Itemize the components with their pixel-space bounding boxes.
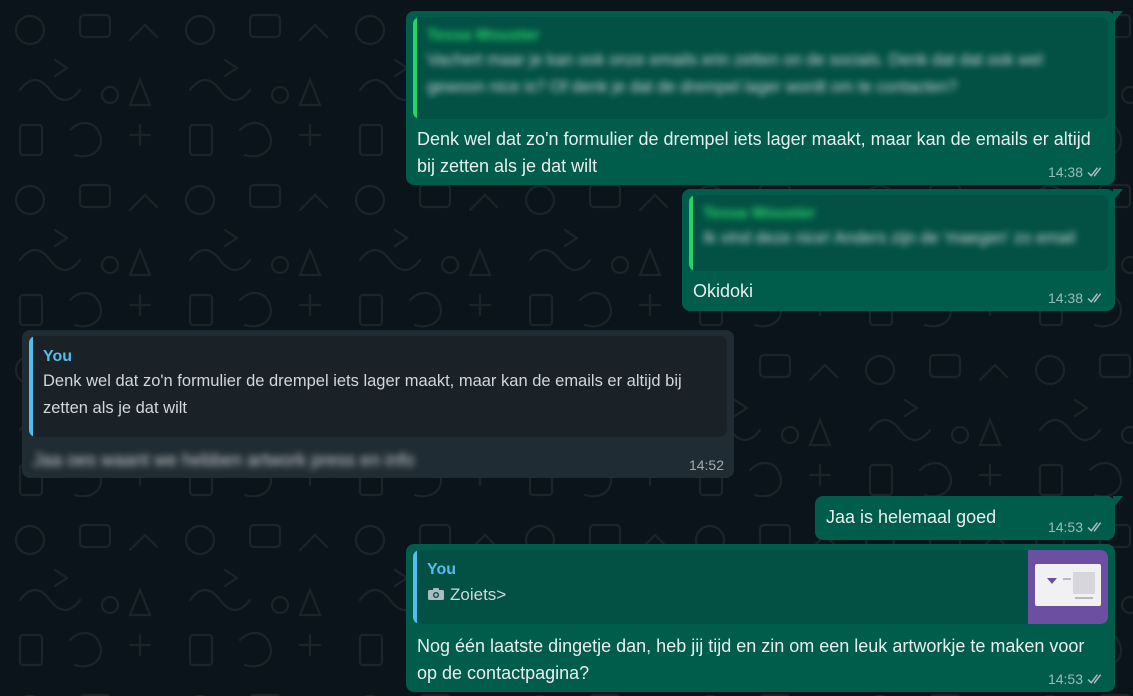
message-time: 14:38	[1047, 290, 1083, 306]
quote-photo-caption: Zoiets>	[427, 581, 1096, 608]
quoted-message[interactable]: Tessa Wouster Ik vind deze nice! Anders …	[689, 195, 1108, 271]
quote-bar	[413, 550, 417, 624]
message-time: 14:38	[1047, 164, 1083, 180]
message-bubble-outgoing[interactable]: You Zoiets> Nog één laatste dingetje dan	[406, 544, 1115, 692]
message-bubble-outgoing[interactable]: Tessa Wouster Vachert maar je kan ook on…	[406, 11, 1123, 185]
thumbnail-line	[1063, 578, 1071, 580]
bubble-tail	[1113, 189, 1123, 201]
message-meta: 14:53	[1048, 519, 1105, 535]
message-text: Denk wel dat zo'n formulier de drempel i…	[417, 129, 1091, 176]
message-text: Okidoki	[693, 281, 754, 301]
quote-bar	[689, 195, 693, 271]
quote-author: You	[427, 561, 457, 578]
message-bubble-outgoing[interactable]: Jaa is helemaal goed 14:53	[815, 496, 1123, 540]
message-time: 14:53	[1047, 671, 1083, 687]
double-check-icon	[1087, 522, 1102, 532]
thumbnail-block	[1073, 572, 1095, 594]
double-check-icon	[1087, 167, 1102, 177]
quote-bar	[413, 17, 417, 119]
quote-text: Vachert maar je kan ook onze emails erin…	[427, 51, 1044, 96]
bubble-tail	[1113, 496, 1123, 508]
message-meta: 14:53	[1048, 671, 1105, 687]
quote-text: Ik vind deze nice! Anders zijn de 'maege…	[703, 229, 1076, 247]
message-time: 14:53	[1047, 519, 1083, 535]
message-bubble-incoming[interactable]: You Denk wel dat zo'n formulier de dremp…	[22, 330, 734, 478]
message-text: Nog één laatste dingetje dan, heb jij ti…	[417, 636, 1085, 683]
double-check-icon	[1087, 674, 1102, 684]
quote-thumbnail-image[interactable]	[1028, 550, 1108, 624]
quote-text: Denk wel dat zo'n formulier de drempel i…	[43, 372, 682, 417]
chat-area[interactable]: Tessa Wouster Vachert maar je kan ook on…	[0, 0, 1133, 696]
camera-icon	[428, 588, 444, 600]
thumbnail-card	[1035, 564, 1101, 606]
message-meta: 14:52	[689, 457, 724, 473]
thumbnail-line	[1075, 597, 1093, 599]
thumbnail-mark	[1047, 578, 1057, 584]
quoted-message[interactable]: Tessa Wouster Vachert maar je kan ook on…	[413, 17, 1108, 119]
quote-author: Tessa Wouster	[703, 205, 816, 222]
quote-author: Tessa Wouster	[427, 27, 540, 44]
quoted-message[interactable]: You Denk wel dat zo'n formulier de dremp…	[29, 336, 727, 437]
message-bubble-outgoing[interactable]: Tessa Wouster Ik vind deze nice! Anders …	[682, 189, 1123, 311]
message-meta: 14:38	[1048, 164, 1105, 180]
message-text: Jaa oes waant we hebben artwork press en…	[33, 450, 415, 470]
message-time: 14:52	[688, 457, 724, 473]
quoted-message[interactable]: You Zoiets>	[413, 550, 1108, 624]
double-check-icon	[1087, 293, 1102, 303]
quote-text: Zoiets>	[450, 585, 507, 604]
quote-bar	[29, 336, 33, 437]
bubble-tail	[1113, 11, 1123, 23]
quote-author: You	[43, 348, 73, 365]
message-meta: 14:38	[1048, 290, 1105, 306]
